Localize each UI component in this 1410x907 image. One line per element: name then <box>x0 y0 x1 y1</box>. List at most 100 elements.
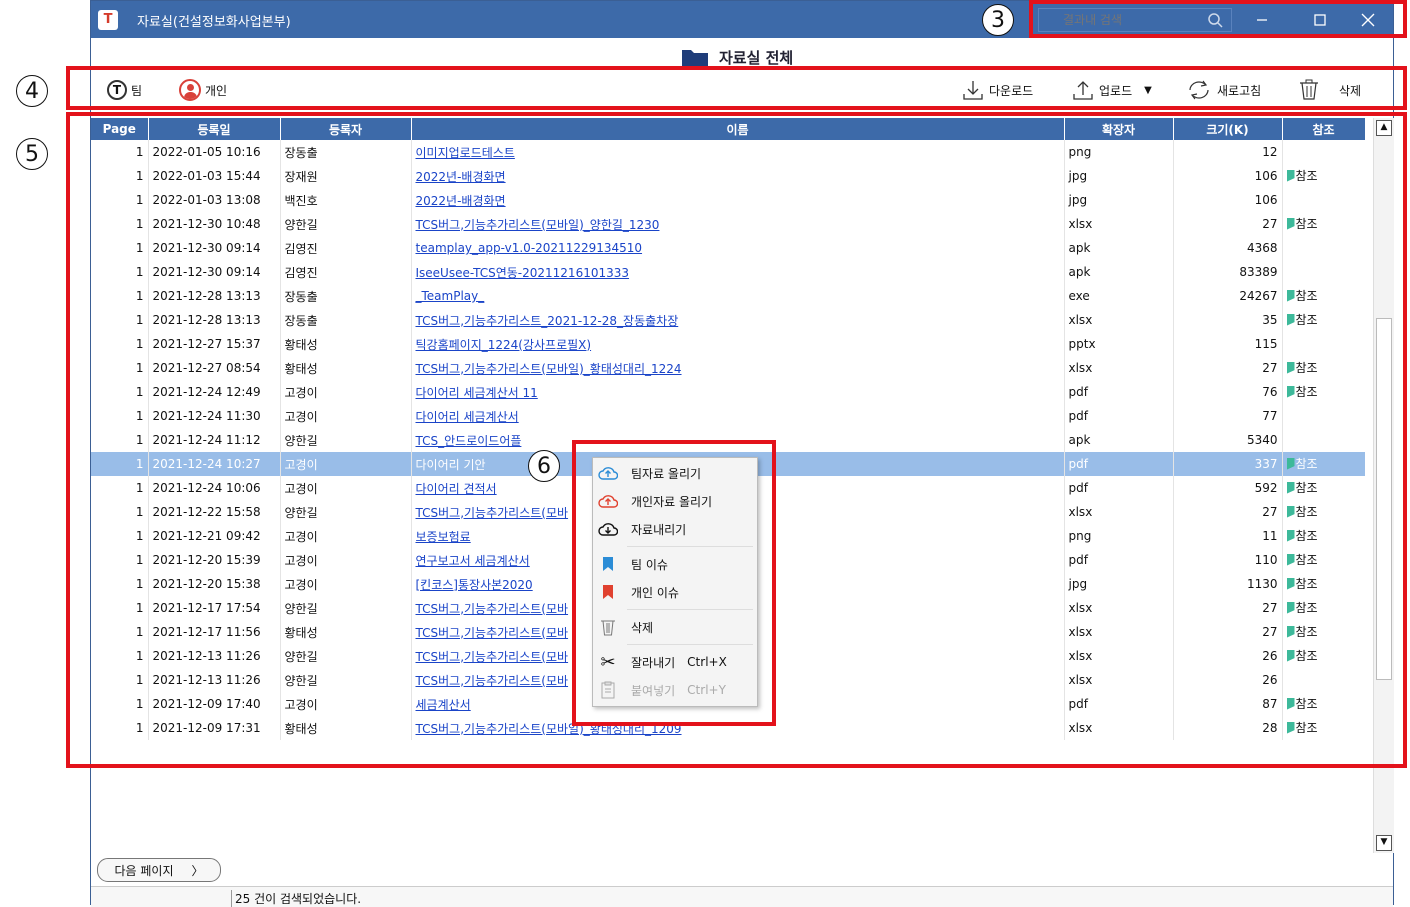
file-name-link[interactable]: 연구보고서 세금계산서 <box>416 554 530 568</box>
cell-ext: apk <box>1064 236 1174 260</box>
reference-tag[interactable]: 참조 <box>1286 647 1318 664</box>
reference-tag[interactable]: 참조 <box>1286 503 1318 520</box>
team-label: 팀 <box>131 83 143 98</box>
table-row[interactable]: 1 2021-12-28 13:13 장동출 _TeamPlay_ exe 24267 참조 <box>91 284 1365 308</box>
personal-label: 개인 <box>205 83 228 98</box>
reference-tag[interactable]: 참조 <box>1286 527 1318 544</box>
cell-size: 115 <box>1173 332 1283 356</box>
file-name-link[interactable]: 2022년-배경화면 <box>416 170 506 184</box>
file-name-link[interactable]: 틱강홈페이지_1224(강사프로필X) <box>416 338 592 352</box>
file-name-link[interactable]: 보증보험료 <box>416 530 471 544</box>
table-row[interactable]: 1 2021-12-27 15:37 황태성 틱강홈페이지_1224(강사프로필X) p… <box>91 332 1365 356</box>
table-row[interactable]: 1 2021-12-09 17:31 황태성 TCS버그,기능추가리스트(모바일)_황… <box>91 716 1365 740</box>
team-filter-button[interactable]: T 팀 <box>107 77 142 103</box>
reference-tag[interactable]: 참조 <box>1286 719 1318 736</box>
delete-button[interactable]: 삭제 <box>1297 77 1361 103</box>
table-row[interactable]: 1 2021-12-24 12:49 고경이 다이어리 세금계산서 11 pdf 76 참조 <box>91 380 1365 404</box>
reference-tag[interactable]: 참조 <box>1286 311 1318 328</box>
result-search-box[interactable] <box>1038 8 1232 32</box>
file-name-link[interactable]: 이미지업로드테스트 <box>416 146 515 160</box>
chevron-down-icon[interactable]: ▼ <box>1144 85 1152 96</box>
table-row[interactable]: 1 2021-12-27 08:54 황태성 TCS버그,기능추가리스트(모바일)_황… <box>91 356 1365 380</box>
reference-tag[interactable]: 참조 <box>1286 623 1318 640</box>
maximize-icon[interactable] <box>1309 9 1331 31</box>
cell-size: 26 <box>1173 644 1283 668</box>
scrollbar-thumb[interactable] <box>1376 318 1392 680</box>
menu-item-download[interactable]: 자료내리기 <box>593 516 757 542</box>
scroll-down-icon[interactable]: ▼ <box>1376 835 1392 851</box>
scroll-up-icon[interactable]: ▲ <box>1376 120 1392 136</box>
menu-item-team-upload[interactable]: 팀자료 올리기 <box>593 460 757 486</box>
cell-user: 고경이 <box>280 404 412 428</box>
table-row[interactable]: 1 2021-12-28 13:13 장동출 TCS버그,기능추가리스트_2021-1… <box>91 308 1365 332</box>
table-row[interactable]: 1 2021-12-24 11:30 고경이 다이어리 세금계산서 pdf 77 <box>91 404 1365 428</box>
file-name-link[interactable]: 다이어리 세금계산서 11 <box>416 386 538 400</box>
reference-tag[interactable]: 참조 <box>1286 287 1318 304</box>
table-row[interactable]: 1 2021-12-30 10:48 양한길 TCS버그,기능추가리스트(모바일)_양… <box>91 212 1365 236</box>
column-header[interactable]: 크기(K) <box>1173 118 1283 140</box>
table-row[interactable]: 1 2021-12-24 11:12 양한길 TCS_안드로이드어플 apk 5340 <box>91 428 1365 452</box>
file-name-link[interactable]: TCS버그,기능추가리스트(모바일)_양한길_1230 <box>416 218 660 232</box>
menu-item-team-issue[interactable]: 팀 이슈 <box>593 551 757 577</box>
refresh-button[interactable]: 새로고침 <box>1185 77 1261 103</box>
reference-tag[interactable]: 참조 <box>1286 455 1318 472</box>
file-name-link[interactable]: TCS버그,기능추가리스트(모바 <box>416 650 569 664</box>
file-name-link[interactable]: 다이어리 기안 <box>416 458 486 472</box>
reference-tag[interactable]: 참조 <box>1286 479 1318 496</box>
column-header[interactable]: 확장자 <box>1064 118 1174 140</box>
reference-tag[interactable]: 참조 <box>1286 599 1318 616</box>
file-name-link[interactable]: TCS버그,기능추가리스트_2021-12-28_장동출차장 <box>416 314 679 328</box>
personal-filter-button[interactable]: 개인 <box>179 77 227 103</box>
menu-item-personal-issue[interactable]: 개인 이슈 <box>593 579 757 605</box>
file-name-link[interactable]: 2022년-배경화면 <box>416 194 506 208</box>
cell-user: 황태성 <box>280 716 412 740</box>
minimize-icon[interactable] <box>1251 9 1273 31</box>
column-header[interactable]: 등록일 <box>148 118 281 140</box>
column-header[interactable]: 참조 <box>1282 118 1365 140</box>
search-icon[interactable] <box>1207 12 1223 28</box>
file-name-link[interactable]: TCS_안드로이드어플 <box>416 434 522 448</box>
table-row[interactable]: 1 2021-12-30 09:14 김영진 teamplay_app-v1.0-20… <box>91 236 1365 260</box>
column-header[interactable]: Page <box>91 118 149 140</box>
table-row[interactable]: 1 2022-01-05 10:16 장동출 이미지업로드테스트 png 12 <box>91 140 1365 164</box>
upload-button[interactable]: 업로드 ▼ <box>1071 77 1152 103</box>
column-header[interactable]: 등록자 <box>280 118 412 140</box>
cell-date: 2021-12-28 13:13 <box>148 284 281 308</box>
download-button[interactable]: 다운로드 <box>961 77 1033 103</box>
file-name-link[interactable]: TCS버그,기능추가리스트(모바 <box>416 506 569 520</box>
reference-label: 참조 <box>1295 289 1318 304</box>
column-header[interactable]: 이름 <box>411 118 1065 140</box>
file-name-link[interactable]: TCS버그,기능추가리스트(모바일)_황태성대리_1209 <box>416 722 682 736</box>
table-row[interactable]: 1 2022-01-03 13:08 백진호 2022년-배경화면 jpg 106 <box>91 188 1365 212</box>
reference-tag[interactable]: 참조 <box>1286 167 1318 184</box>
file-name-link[interactable]: TCS버그,기능추가리스트(모바 <box>416 602 569 616</box>
file-name-link[interactable]: 세금계산서 <box>416 698 471 712</box>
close-icon[interactable] <box>1357 9 1379 31</box>
table-row[interactable]: 1 2021-12-30 09:14 김영진 IseeUsee-TCS연동-20211… <box>91 260 1365 284</box>
reference-tag[interactable]: 참조 <box>1286 695 1318 712</box>
next-page-button[interactable]: 다음 페이지 〉 <box>97 858 221 882</box>
reference-tag[interactable]: 참조 <box>1286 383 1318 400</box>
result-search-input[interactable] <box>1039 9 1213 31</box>
file-name-link[interactable]: TCS버그,기능추가리스트(모바 <box>416 626 569 640</box>
menu-item-delete[interactable]: 삭제 <box>593 614 757 640</box>
table-row[interactable]: 1 2022-01-03 15:44 장재원 2022년-배경화면 jpg 106 참조 <box>91 164 1365 188</box>
file-name-link[interactable]: teamplay_app-v1.0-20211229134510 <box>416 241 643 255</box>
reference-tag[interactable]: 참조 <box>1286 575 1318 592</box>
file-name-link[interactable]: 다이어리 견적서 <box>416 482 497 496</box>
reference-tag[interactable]: 참조 <box>1286 215 1318 232</box>
reference-tag[interactable]: 참조 <box>1286 359 1318 376</box>
file-name-link[interactable]: [킨코스]통장사본2020 <box>416 578 533 592</box>
menu-item-paste[interactable]: 붙여넣기 Ctrl+Y <box>593 677 757 703</box>
file-name-link[interactable]: _TeamPlay_ <box>416 289 485 303</box>
vertical-scrollbar[interactable]: ▲ ▼ <box>1373 118 1394 853</box>
menu-item-personal-upload[interactable]: 개인자료 올리기 <box>593 488 757 514</box>
file-name-link[interactable]: TCS버그,기능추가리스트(모바 <box>416 674 569 688</box>
menu-item-cut[interactable]: ✂ 잘라내기 Ctrl+X <box>593 649 757 675</box>
table-header-row: Page 등록일 등록자 이름 확장자 크기(K) 참조 <box>91 118 1365 140</box>
cell-ref <box>1282 236 1365 260</box>
file-name-link[interactable]: 다이어리 세금계산서 <box>416 410 519 424</box>
file-name-link[interactable]: IseeUsee-TCS연동-20211216101333 <box>416 266 630 280</box>
reference-tag[interactable]: 참조 <box>1286 551 1318 568</box>
file-name-link[interactable]: TCS버그,기능추가리스트(모바일)_황태성대리_1224 <box>416 362 682 376</box>
